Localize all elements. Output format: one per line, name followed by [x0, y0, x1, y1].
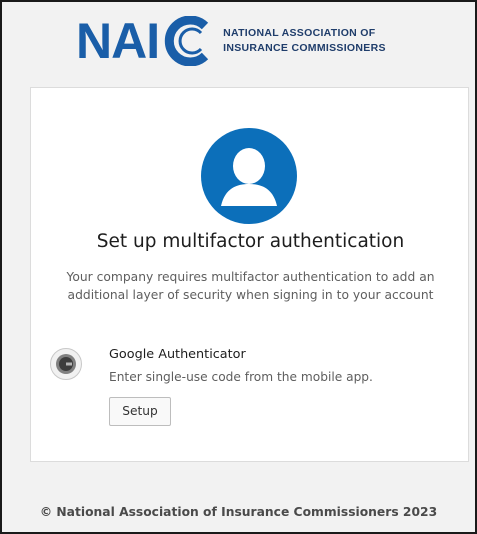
naic-logo: NAI NATIONAL ASSOCIATION OF INSURANCE CO… [76, 14, 416, 68]
google-authenticator-icon [50, 348, 82, 380]
mfa-description: Your company requires multifactor authen… [66, 270, 435, 303]
logo-tagline-line1: NATIONAL ASSOCIATION OF [223, 26, 376, 39]
logo-c-mark-icon [164, 16, 209, 66]
factor-description: Enter single-use code from the mobile ap… [109, 370, 373, 384]
user-avatar-icon [201, 128, 297, 224]
setup-button[interactable]: Setup [109, 397, 171, 426]
logo-tagline: NATIONAL ASSOCIATION OF INSURANCE COMMIS… [223, 26, 386, 56]
logo-tagline-line2: INSURANCE COMMISSIONERS [223, 42, 386, 54]
mfa-card: Set up multifactor authentication Your c… [30, 87, 469, 462]
page-title: Set up multifactor authentication [96, 231, 405, 252]
logo-letters: NAI [76, 13, 160, 69]
footer-copyright: © National Association of Insurance Comm… [39, 505, 438, 519]
factor-name: Google Authenticator [109, 347, 246, 362]
